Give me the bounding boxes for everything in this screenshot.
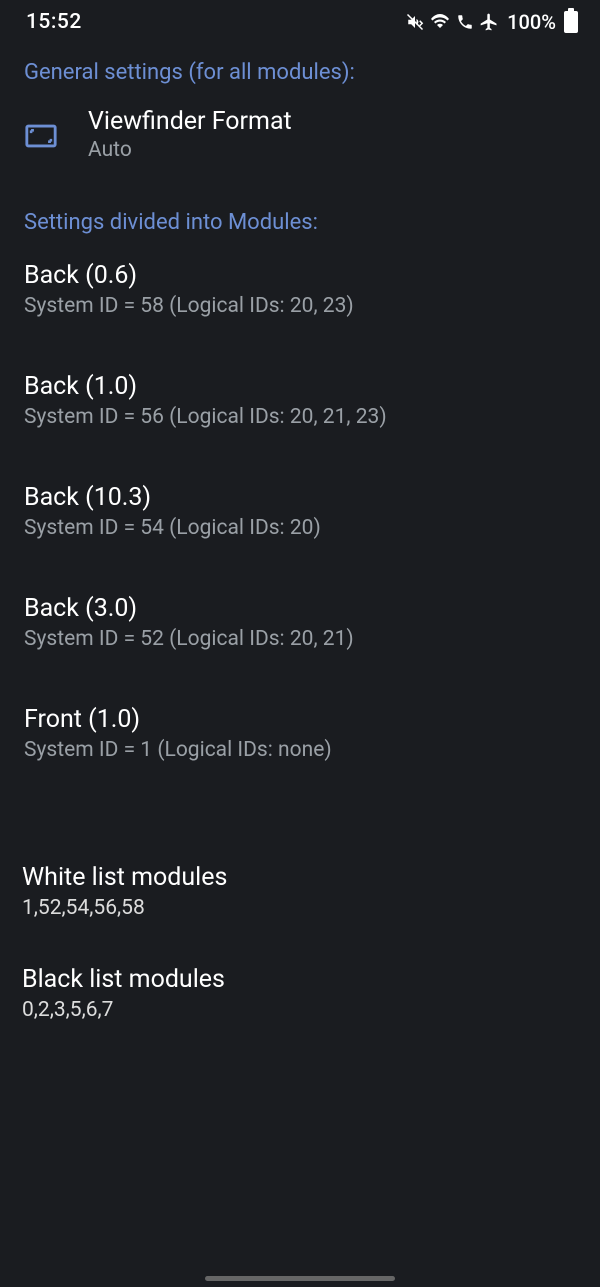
home-indicator[interactable] bbox=[205, 1276, 395, 1281]
module-row[interactable]: Back (3.0) System ID = 52 (Logical IDs: … bbox=[0, 574, 600, 669]
whitelist-row[interactable]: White list modules 1,52,54,56,58 bbox=[0, 848, 600, 934]
viewfinder-value: Auto bbox=[88, 138, 292, 162]
viewfinder-title: Viewfinder Format bbox=[88, 107, 292, 136]
status-right: 100% bbox=[405, 10, 578, 34]
module-title: Front (1.0) bbox=[24, 705, 576, 734]
module-subtitle: System ID = 1 (Logical IDs: none) bbox=[24, 738, 576, 762]
module-title: Back (10.3) bbox=[24, 483, 576, 512]
aspect-ratio-icon bbox=[24, 119, 56, 151]
call-icon bbox=[455, 13, 475, 31]
mute-icon bbox=[405, 13, 425, 31]
module-title: Back (3.0) bbox=[24, 594, 576, 623]
module-row[interactable]: Front (1.0) System ID = 1 (Logical IDs: … bbox=[0, 685, 600, 780]
battery-percent: 100% bbox=[507, 10, 556, 34]
module-title: Back (1.0) bbox=[24, 372, 576, 401]
blacklist-row[interactable]: Black list modules 0,2,3,5,6,7 bbox=[0, 950, 600, 1036]
module-row[interactable]: Back (10.3) System ID = 54 (Logical IDs:… bbox=[0, 463, 600, 558]
battery-icon bbox=[564, 11, 578, 33]
module-subtitle: System ID = 52 (Logical IDs: 20, 21) bbox=[24, 627, 576, 651]
module-title: Back (0.6) bbox=[24, 261, 576, 290]
section-header-modules: Settings divided into Modules: bbox=[0, 192, 600, 241]
blacklist-title: Black list modules bbox=[22, 965, 578, 994]
airplane-icon bbox=[479, 12, 499, 32]
module-subtitle: System ID = 58 (Logical IDs: 20, 23) bbox=[24, 294, 576, 318]
section-header-general: General settings (for all modules): bbox=[0, 42, 600, 91]
status-icons-group bbox=[405, 12, 499, 32]
module-subtitle: System ID = 56 (Logical IDs: 20, 21, 23) bbox=[24, 405, 576, 429]
blacklist-value: 0,2,3,5,6,7 bbox=[22, 998, 578, 1022]
module-row[interactable]: Back (1.0) System ID = 56 (Logical IDs: … bbox=[0, 352, 600, 447]
status-bar: 15:52 100% bbox=[0, 0, 600, 42]
whitelist-value: 1,52,54,56,58 bbox=[22, 896, 578, 920]
module-row[interactable]: Back (0.6) System ID = 58 (Logical IDs: … bbox=[0, 241, 600, 336]
wifi-icon bbox=[429, 13, 451, 31]
viewfinder-format-row[interactable]: Viewfinder Format Auto bbox=[0, 91, 600, 176]
whitelist-title: White list modules bbox=[22, 863, 578, 892]
module-subtitle: System ID = 54 (Logical IDs: 20) bbox=[24, 516, 576, 540]
status-time: 15:52 bbox=[26, 10, 82, 34]
